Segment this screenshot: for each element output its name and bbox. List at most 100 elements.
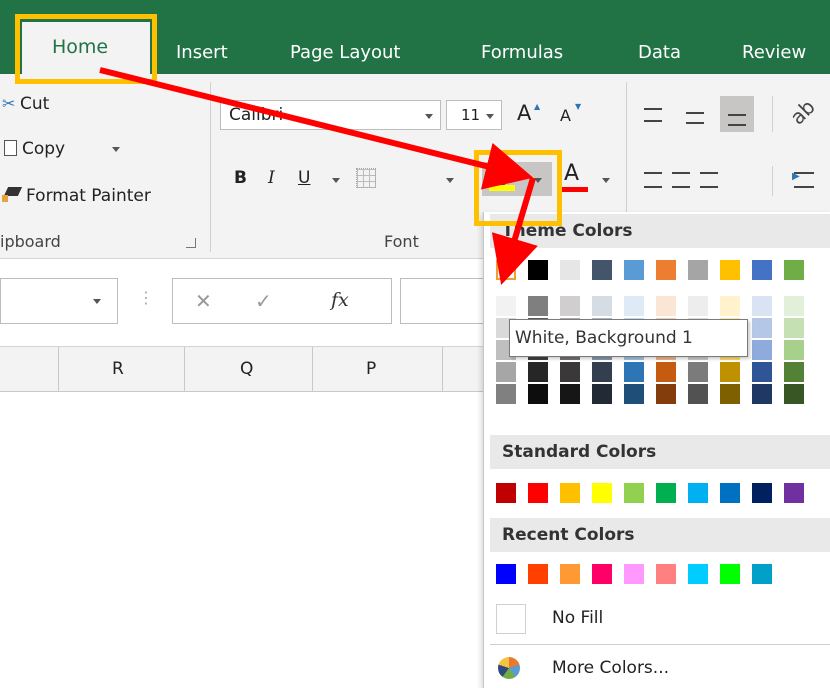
theme-color-swatch[interactable] [624, 260, 644, 280]
theme-shade-swatch[interactable] [624, 362, 644, 382]
grow-font-button[interactable]: A ▲ [513, 100, 543, 130]
orientation-button[interactable]: ab [784, 95, 824, 130]
theme-shade-swatch[interactable] [496, 384, 516, 404]
standard-color-swatch[interactable] [784, 483, 804, 503]
theme-shade-swatch[interactable] [560, 384, 580, 404]
underline-chevron-down-icon[interactable] [332, 178, 340, 183]
recent-color-swatch[interactable] [624, 564, 644, 584]
copy-dropdown-chevron-down-icon[interactable] [112, 147, 120, 152]
align-middle-button[interactable] [684, 102, 708, 128]
cut-button[interactable]: ✂ Cut [0, 92, 120, 118]
name-box[interactable] [0, 278, 118, 324]
theme-color-swatch[interactable] [784, 260, 804, 280]
theme-color-swatch[interactable] [752, 260, 772, 280]
theme-color-swatch[interactable] [688, 260, 708, 280]
bold-button[interactable]: B [230, 164, 256, 194]
theme-shade-swatch[interactable] [496, 296, 516, 316]
theme-shade-swatch[interactable] [656, 296, 676, 316]
theme-shade-swatch[interactable] [752, 296, 772, 316]
theme-shade-swatch[interactable] [528, 296, 548, 316]
theme-shade-swatch[interactable] [656, 384, 676, 404]
theme-shade-swatch[interactable] [528, 362, 548, 382]
tab-insert[interactable]: Insert [176, 38, 228, 68]
theme-shade-swatch[interactable] [784, 340, 804, 360]
insert-function-icon[interactable]: fx [331, 289, 349, 311]
recent-color-swatch[interactable] [528, 564, 548, 584]
clipboard-dialog-launcher-icon[interactable] [186, 238, 196, 248]
font-color-button[interactable]: A [560, 162, 600, 196]
theme-shade-swatch[interactable] [688, 296, 708, 316]
theme-shade-swatch[interactable] [624, 296, 644, 316]
theme-shade-swatch[interactable] [752, 362, 772, 382]
recent-color-swatch[interactable] [720, 564, 740, 584]
tab-formulas[interactable]: Formulas [481, 38, 563, 68]
standard-color-swatch[interactable] [752, 483, 772, 503]
standard-color-swatch[interactable] [496, 483, 516, 503]
tab-review[interactable]: Review [742, 38, 806, 68]
recent-color-swatch[interactable] [592, 564, 612, 584]
align-right-button[interactable] [698, 166, 722, 192]
shrink-font-button[interactable]: A ▼ [556, 100, 586, 130]
theme-shade-swatch[interactable] [784, 318, 804, 338]
recent-color-swatch[interactable] [688, 564, 708, 584]
theme-shade-swatch[interactable] [496, 362, 516, 382]
recent-color-swatch[interactable] [752, 564, 772, 584]
column-header-q[interactable]: Q [240, 359, 253, 379]
no-fill-option[interactable]: No Fill [484, 596, 830, 642]
column-header-p[interactable]: P [366, 359, 376, 379]
font-size-select[interactable]: 11 [446, 100, 502, 130]
theme-color-swatch[interactable] [560, 260, 580, 280]
borders-button[interactable] [352, 166, 392, 194]
recent-color-swatch[interactable] [656, 564, 676, 584]
standard-color-swatch[interactable] [560, 483, 580, 503]
theme-shade-swatch[interactable] [592, 296, 612, 316]
enter-icon[interactable]: ✓ [255, 289, 272, 313]
underline-button[interactable]: U [294, 164, 320, 194]
theme-color-swatch[interactable] [528, 260, 548, 280]
font-color-chevron-down-icon[interactable] [602, 178, 610, 183]
theme-shade-swatch[interactable] [720, 296, 740, 316]
copy-button[interactable]: Copy [0, 136, 140, 162]
standard-color-swatch[interactable] [624, 483, 644, 503]
increase-indent-button[interactable]: ▶ [790, 166, 824, 192]
theme-color-swatch[interactable] [592, 260, 612, 280]
tab-page-layout[interactable]: Page Layout [290, 38, 401, 68]
format-painter-button[interactable]: Format Painter [0, 182, 200, 208]
standard-color-swatch[interactable] [592, 483, 612, 503]
theme-shade-swatch[interactable] [752, 340, 772, 360]
theme-shade-swatch[interactable] [720, 384, 740, 404]
theme-shade-swatch[interactable] [784, 362, 804, 382]
standard-color-swatch[interactable] [528, 483, 548, 503]
theme-color-swatch[interactable] [720, 260, 740, 280]
cancel-icon[interactable]: ✕ [195, 289, 212, 313]
italic-button[interactable]: I [262, 164, 288, 194]
theme-shade-swatch[interactable] [784, 296, 804, 316]
theme-shade-swatch[interactable] [720, 362, 740, 382]
recent-color-swatch[interactable] [560, 564, 580, 584]
theme-shade-swatch[interactable] [688, 384, 708, 404]
borders-chevron-down-icon[interactable] [446, 178, 454, 183]
standard-color-swatch[interactable] [656, 483, 676, 503]
theme-color-swatch[interactable] [496, 260, 516, 280]
theme-shade-swatch[interactable] [560, 296, 580, 316]
align-left-button[interactable] [642, 166, 666, 192]
theme-shade-swatch[interactable] [752, 384, 772, 404]
standard-color-swatch[interactable] [720, 483, 740, 503]
align-top-button[interactable] [642, 102, 666, 128]
theme-color-swatch[interactable] [656, 260, 676, 280]
recent-color-swatch[interactable] [496, 564, 516, 584]
theme-shade-swatch[interactable] [784, 384, 804, 404]
theme-shade-swatch[interactable] [688, 362, 708, 382]
theme-shade-swatch[interactable] [592, 384, 612, 404]
theme-shade-swatch[interactable] [560, 362, 580, 382]
font-name-select[interactable]: Calibri [220, 100, 441, 130]
align-center-button[interactable] [670, 166, 694, 192]
theme-shade-swatch[interactable] [528, 384, 548, 404]
column-header-r[interactable]: R [112, 359, 124, 379]
align-bottom-button[interactable] [720, 96, 754, 132]
tab-data[interactable]: Data [638, 38, 681, 68]
theme-shade-swatch[interactable] [656, 362, 676, 382]
theme-shade-swatch[interactable] [592, 362, 612, 382]
theme-shade-swatch[interactable] [624, 384, 644, 404]
theme-shade-swatch[interactable] [752, 318, 772, 338]
